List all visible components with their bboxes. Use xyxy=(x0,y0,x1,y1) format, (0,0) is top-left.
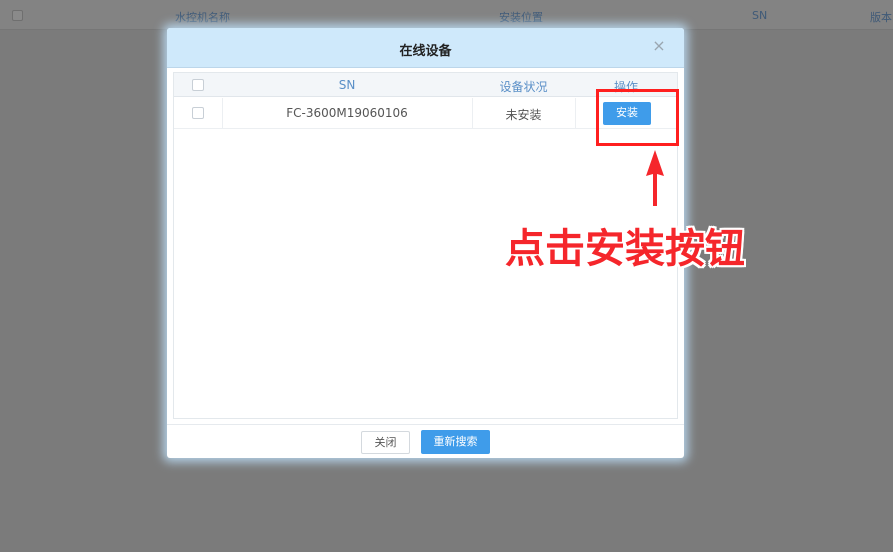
column-header-status: 设备状况 xyxy=(499,80,548,94)
background-column-location: 安装位置 xyxy=(499,11,543,24)
close-icon[interactable]: × xyxy=(652,38,666,54)
dialog-footer: 关闭 重新搜索 xyxy=(167,424,684,458)
row-sn: FC-3600M19060106 xyxy=(286,106,408,120)
background-column-version: 版本 xyxy=(870,11,892,24)
dialog-header: 在线设备 × xyxy=(167,28,684,68)
row-checkbox[interactable] xyxy=(192,107,204,119)
row-status: 未安装 xyxy=(505,108,542,122)
close-button[interactable]: 关闭 xyxy=(361,431,410,454)
background-table-header: 水控机名称 安装位置 SN 版本 xyxy=(0,0,893,30)
select-all-checkbox[interactable] xyxy=(192,79,204,91)
arrow-up-icon xyxy=(646,150,664,206)
background-column-sn: SN xyxy=(752,9,768,22)
annotation-text: 点击安装按钮 xyxy=(505,226,745,272)
column-divider xyxy=(575,98,576,129)
research-button[interactable]: 重新搜索 xyxy=(421,430,490,454)
background-select-all-checkbox[interactable] xyxy=(12,10,23,21)
background-column-name: 水控机名称 xyxy=(175,11,230,24)
install-highlight-box xyxy=(596,89,679,146)
dialog-title: 在线设备 xyxy=(399,44,452,59)
column-header-sn: SN xyxy=(338,78,356,92)
